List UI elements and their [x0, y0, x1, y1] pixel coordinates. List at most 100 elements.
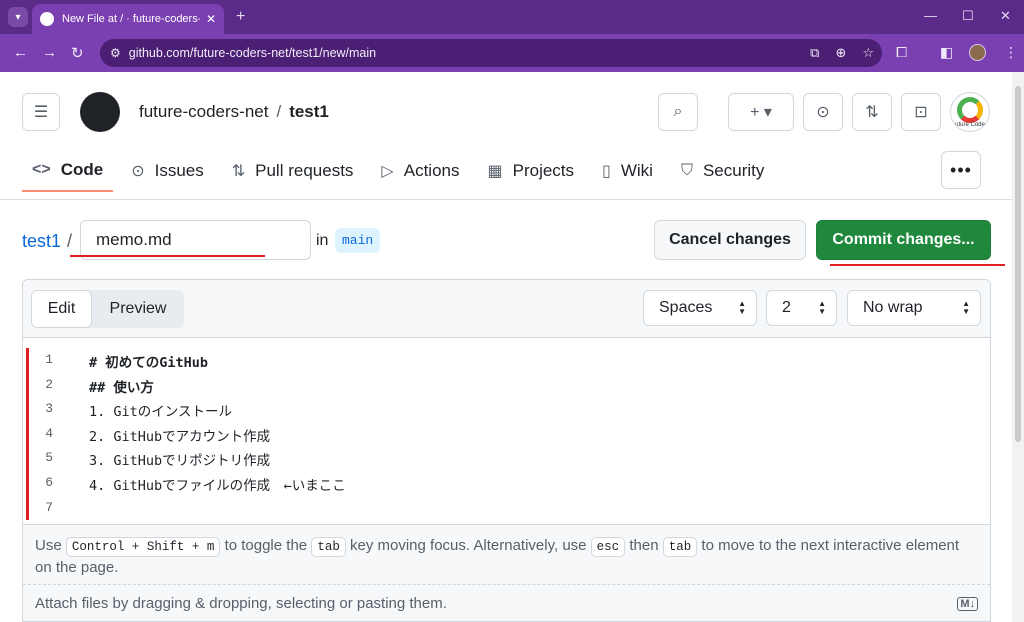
tab-actions-label: Actions: [403, 161, 460, 180]
tab-wiki-label: Wiki: [620, 161, 653, 180]
editor-toolbar: Edit Preview Spaces ▲ ▼ 2 ▲ ▼ No wrap ▲ ▼: [23, 280, 990, 338]
line-number: 2: [45, 377, 53, 392]
back-button[interactable]: ←: [13, 44, 28, 61]
code-line[interactable]: 4. GitHubでファイルの作成 ←いまここ: [89, 474, 346, 494]
hint-text: Use: [35, 537, 62, 554]
select-arrows-icon: ▲ ▼: [738, 299, 746, 316]
zoom-icon[interactable]: ⊕: [835, 45, 846, 61]
create-new-button[interactable]: + ▾: [728, 93, 794, 131]
profile-avatar[interactable]: [969, 44, 986, 61]
kbd-tab: tab: [662, 537, 698, 557]
code-line[interactable]: 3. GitHubでリポジトリ作成: [89, 449, 270, 469]
window-close-button[interactable]: ✕: [1000, 8, 1011, 24]
wiki-book-icon: ▯: [602, 163, 611, 180]
browser-menu-icon[interactable]: ⋮: [1004, 44, 1018, 61]
annotation-underline-commit: [830, 264, 1005, 266]
preview-tab[interactable]: Preview: [92, 290, 184, 328]
header-divider: [0, 199, 1012, 200]
tab-projects-label: Projects: [512, 161, 575, 180]
tab-pull-requests[interactable]: ⇅ Pull requests: [222, 150, 364, 192]
tab-actions[interactable]: ▷ Actions: [371, 150, 469, 192]
line-number: 5: [45, 450, 53, 465]
tab-security[interactable]: ⛉ Security: [671, 150, 774, 192]
github-logo-icon[interactable]: [80, 92, 120, 132]
browser-tab[interactable]: New File at / · future-coders-ne ✕: [32, 4, 224, 34]
tab-close-icon[interactable]: ✕: [206, 12, 216, 26]
line-number: 1: [45, 352, 53, 367]
maximize-button[interactable]: ☐: [962, 8, 974, 24]
extensions-icon[interactable]: ⧠: [896, 44, 907, 61]
owner-link[interactable]: future-coders-net: [139, 102, 268, 121]
commit-changes-button[interactable]: Commit changes...: [816, 220, 991, 260]
kbd-tab: tab: [311, 537, 346, 557]
keyboard-hint: Use Control + Shift + m to toggle the ta…: [23, 524, 990, 584]
code-icon: <>: [32, 161, 51, 178]
tab-search-button[interactable]: ▾: [8, 7, 28, 27]
line-number: 6: [45, 475, 53, 490]
file-name-input[interactable]: [80, 220, 311, 260]
hint-text: then: [629, 537, 659, 554]
org-logo-icon: [957, 97, 983, 123]
markdown-icon: M↓: [957, 597, 978, 611]
hint-text: to toggle the: [224, 537, 308, 554]
file-editor: Edit Preview Spaces ▲ ▼ 2 ▲ ▼ No wrap ▲ ▼ 1 # …: [22, 279, 991, 622]
indent-size-select[interactable]: 2 ▲ ▼: [766, 290, 837, 326]
pull-requests-icon-button[interactable]: ⇅: [852, 93, 892, 131]
inbox-icon-button[interactable]: ⊡: [901, 93, 941, 131]
code-area[interactable]: 1 # 初めてのGitHub 2 ## 使い方 3 1. Gitのインストール …: [23, 338, 990, 524]
repo-tabs: <> Code ⊙ Issues ⇅ Pull requests ▷ Actions ▦…: [22, 150, 782, 200]
wrap-mode-value: No wrap: [863, 299, 923, 316]
more-tabs-button[interactable]: •••: [941, 151, 981, 189]
org-avatar[interactable]: uture Code: [950, 92, 990, 132]
page-scrollbar[interactable]: [1012, 72, 1024, 622]
actions-play-icon: ▷: [381, 163, 394, 180]
security-shield-icon: ⛉: [680, 162, 693, 179]
wrap-mode-select[interactable]: No wrap ▲ ▼: [847, 290, 981, 326]
address-bar[interactable]: ⚙ github.com/future-coders-net/test1/new…: [100, 39, 882, 67]
attach-files-area[interactable]: Attach files by dragging & dropping, sel…: [23, 584, 990, 621]
cancel-changes-button[interactable]: Cancel changes: [654, 220, 806, 260]
kbd-shortcut: Control + Shift + m: [65, 537, 221, 557]
code-line[interactable]: 2. GitHubでアカウント作成: [89, 425, 270, 445]
new-tab-button[interactable]: +: [236, 8, 245, 26]
tab-issues-label: Issues: [154, 161, 204, 180]
forward-button[interactable]: →: [42, 44, 57, 61]
tab-code[interactable]: <> Code: [22, 150, 114, 192]
tab-issues[interactable]: ⊙ Issues: [121, 150, 214, 192]
edit-preview-toggle: Edit Preview: [31, 290, 184, 328]
breadcrumb: future-coders-net / test1: [139, 102, 329, 122]
search-button[interactable]: ⌕: [658, 93, 698, 131]
code-line[interactable]: ## 使い方: [89, 376, 154, 396]
tab-wiki[interactable]: ▯ Wiki: [592, 150, 663, 192]
scrollbar-thumb[interactable]: [1015, 86, 1021, 442]
minimize-button[interactable]: —: [924, 8, 937, 23]
select-arrows-icon: ▲ ▼: [818, 299, 826, 316]
tab-title: New File at / · future-coders-ne: [62, 13, 200, 25]
indent-mode-select[interactable]: Spaces ▲ ▼: [643, 290, 757, 326]
side-panel-icon[interactable]: ◧: [940, 44, 953, 61]
issues-icon-button[interactable]: ⊙: [803, 93, 843, 131]
tab-security-label: Security: [702, 161, 765, 180]
url-text[interactable]: github.com/future-coders-net/test1/new/m…: [129, 46, 802, 60]
reload-button[interactable]: ↻: [71, 44, 84, 62]
code-line[interactable]: 1. Gitのインストール: [89, 400, 232, 420]
github-favicon-icon: [40, 12, 54, 26]
hamburger-menu-button[interactable]: ☰: [22, 93, 60, 131]
code-line[interactable]: # 初めてのGitHub: [89, 351, 208, 371]
line-number: 7: [45, 500, 53, 515]
select-arrows-icon: ▲ ▼: [962, 299, 970, 316]
site-info-icon[interactable]: ⚙: [110, 46, 121, 60]
issues-icon: ⊙: [131, 163, 145, 180]
line-number: 4: [45, 426, 53, 441]
line-number: 3: [45, 401, 53, 416]
path-separator: /: [67, 231, 73, 251]
in-label: in: [316, 232, 329, 249]
repo-link[interactable]: test1: [289, 102, 329, 121]
bookmark-star-icon[interactable]: ☆: [862, 45, 874, 61]
install-app-icon[interactable]: ⧉: [810, 45, 819, 61]
repo-root-link[interactable]: test1: [22, 231, 61, 252]
edit-tab[interactable]: Edit: [31, 290, 92, 328]
annotation-underline-filename: [70, 255, 265, 257]
branch-badge: main: [335, 228, 381, 253]
tab-projects[interactable]: ▦ Projects: [477, 150, 584, 192]
